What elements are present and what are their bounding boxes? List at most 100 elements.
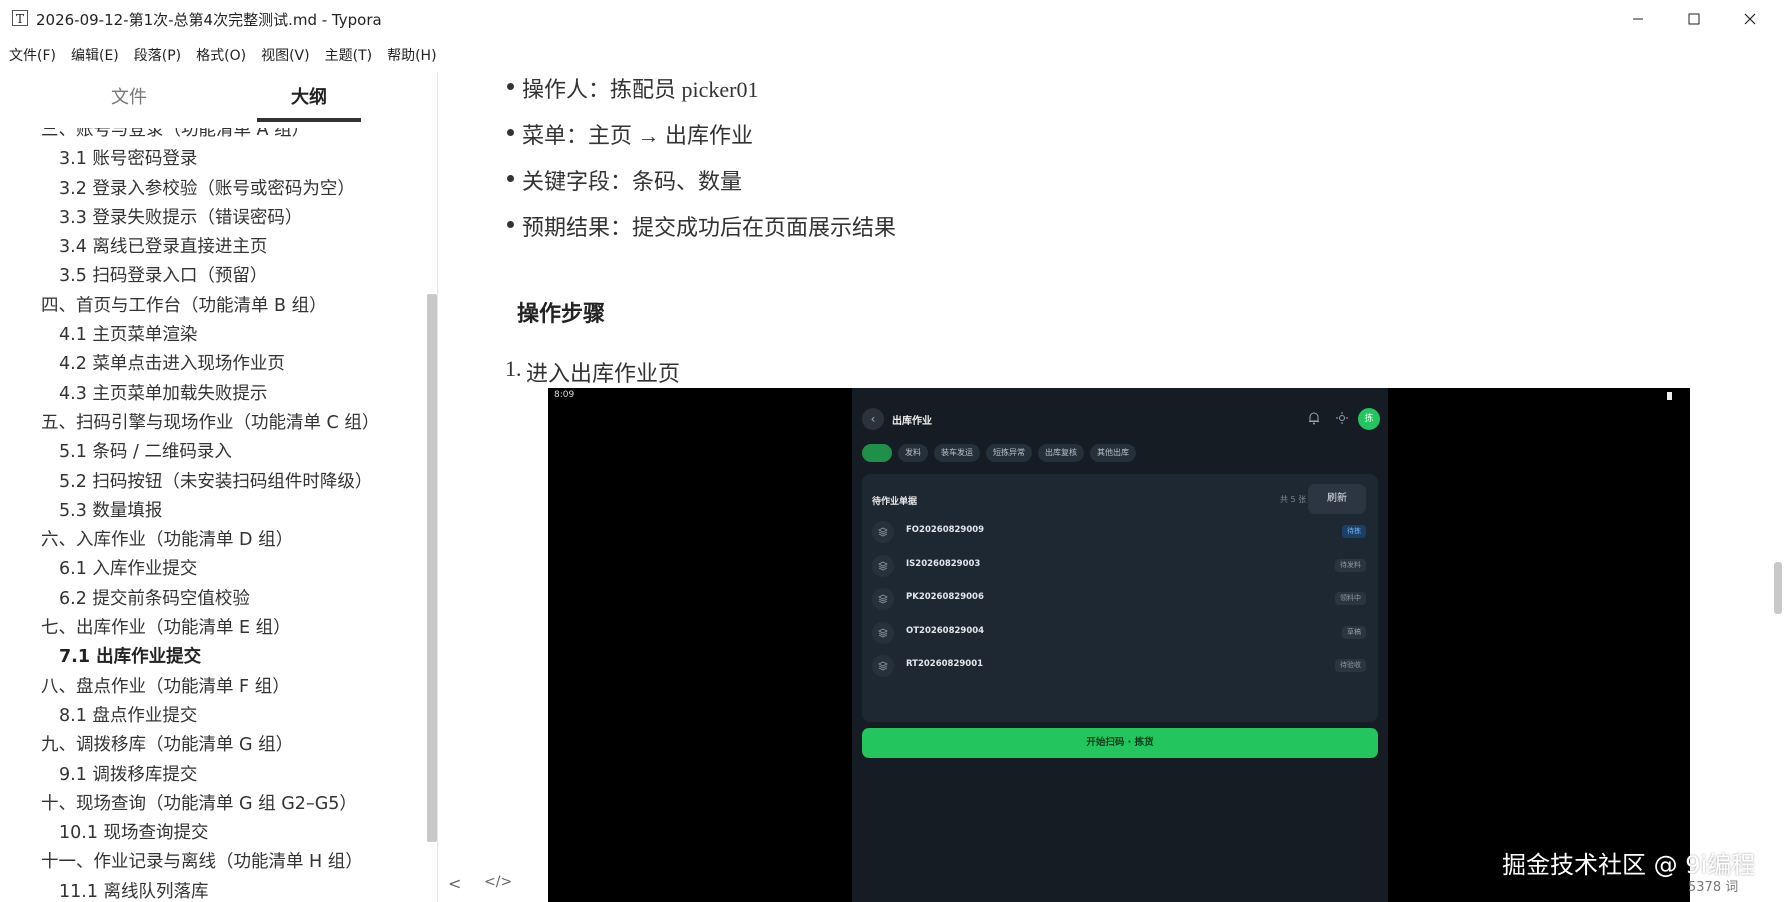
order-row: IS20260829003 待发料 <box>868 550 1372 582</box>
outline-item[interactable]: 十一、作业记录与离线（功能清单 H 组） <box>0 848 425 877</box>
outline-item[interactable]: 6.1 入库作业提交 <box>0 555 425 584</box>
active-tab-indicator <box>257 118 361 122</box>
filter-chips: 全部 发料 装车发运 短拣异常 出库复核 其他出库 <box>862 444 1136 462</box>
outline-item[interactable]: 11.1 离线队列落库 <box>0 878 425 902</box>
avatar: 拣 <box>1358 408 1380 430</box>
layers-icon <box>872 554 894 577</box>
maximize-icon <box>1688 13 1700 25</box>
word-count[interactable]: 5378 词 <box>1688 876 1738 895</box>
outline-item[interactable]: 3.2 登录入参校验（账号或密码为空） <box>0 175 425 204</box>
outline-item[interactable]: 六、入库作业（功能清单 D 组） <box>0 526 425 555</box>
filter-chip: 短拣异常 <box>986 444 1032 462</box>
menu-bar: 文件(F) 编辑(E) 段落(P) 格式(O) 视图(V) 主题(T) 帮助(H… <box>0 42 1784 70</box>
layers-icon <box>872 588 894 610</box>
maximize-button[interactable] <box>1664 0 1724 38</box>
refresh-button: 刷新 <box>1308 484 1366 514</box>
status-badge: 领料中 <box>1335 592 1366 605</box>
outline-item[interactable]: 4.2 菜单点击进入现场作业页 <box>0 350 425 379</box>
outline-item[interactable]: 8.1 盘点作业提交 <box>0 702 425 731</box>
outline-item[interactable]: 三、账号与登录（功能清单 A 组） <box>0 128 425 145</box>
tab-files[interactable]: 文件 <box>77 82 181 114</box>
close-icon <box>1744 13 1756 25</box>
layers-icon <box>872 521 894 543</box>
list-item: 操作人：拣配员 picker01 <box>507 72 758 104</box>
order-number: IS20260829003 <box>906 558 981 569</box>
outline-item[interactable]: 5.2 扫码按钮（未安装扫码组件时降级） <box>0 468 425 497</box>
editor-pane[interactable]: 操作人：拣配员 picker01 菜单：主页 → 出库作业 关键字段：条码、数量… <box>438 72 1784 902</box>
status-badge: 待验收 <box>1335 659 1366 672</box>
battery-icon <box>1667 392 1672 400</box>
filter-chip: 装车发运 <box>934 444 980 462</box>
order-row: FO20260829009 待拣 <box>868 516 1372 548</box>
outline-item[interactable]: 七、出库作业（功能清单 E 组） <box>0 614 425 643</box>
menu-help[interactable]: 帮助(H) <box>378 42 436 70</box>
embedded-screenshot[interactable]: 8:09 ‹ 出库作业 拣 全部 发料 装车发运 短拣异常 出库复核 其他出库 待作业单据 <box>548 388 1690 902</box>
outline-item[interactable]: 5.3 数量填报 <box>0 497 425 526</box>
filter-chip: 出库复核 <box>1038 444 1084 462</box>
sun-icon <box>1336 412 1348 424</box>
outline-item[interactable]: 3.1 账号密码登录 <box>0 145 425 174</box>
outline-item[interactable]: 九、调拨移库（功能清单 G 组） <box>0 731 425 760</box>
menu-paragraph[interactable]: 段落(P) <box>125 42 181 70</box>
status-badge: 待拣 <box>1342 525 1366 538</box>
order-number: FO20260829009 <box>906 525 985 535</box>
steps-heading: 操作步骤 <box>517 301 606 326</box>
minimize-button[interactable] <box>1608 0 1668 38</box>
outline-item[interactable]: 6.2 提交前条码空值校验 <box>0 585 425 614</box>
outline-item[interactable]: 五、扫码引擎与现场作业（功能清单 C 组） <box>0 409 425 438</box>
outline-item[interactable]: 3.4 离线已登录直接进主页 <box>0 233 425 262</box>
bullet-icon <box>507 83 514 90</box>
typora-app-icon: T <box>12 10 28 26</box>
order-row: RT20260829001 待验收 <box>868 650 1372 682</box>
bullet-icon <box>507 129 514 136</box>
list-item: 菜单：主页 → 出库作业 <box>507 118 754 150</box>
outline-item[interactable]: 四、首页与工作台（功能清单 B 组） <box>0 292 425 321</box>
start-scan-button: 开始扫码 · 拣货 <box>862 728 1378 758</box>
outline-item[interactable]: 3.3 登录失败提示（错误密码） <box>0 204 425 233</box>
outline-item[interactable]: 9.1 调拨移库提交 <box>0 761 425 790</box>
step-number: 1. <box>505 356 522 381</box>
title-bar: T 2026-09-12-第1次-总第4次完整测试.md - Typora <box>0 0 1784 38</box>
watermark: 掘金技术社区 @ 9i编程 <box>1502 851 1756 879</box>
phone-screen: ‹ 出库作业 拣 全部 发料 装车发运 短拣异常 出库复核 其他出库 待作业单据 共 5 … <box>852 388 1388 902</box>
order-number: OT20260829004 <box>906 625 985 636</box>
outline-item-active[interactable]: 7.1 出库作业提交 <box>0 643 425 672</box>
outline-item[interactable]: 3.5 扫码登录入口（预留） <box>0 262 425 291</box>
status-badge: 草稿 <box>1342 625 1366 639</box>
bell-icon <box>1309 412 1319 425</box>
outline-list: 三、账号与登录（功能清单 A 组） 3.1 账号密码登录 3.2 登录入参校验（账号… <box>0 128 425 902</box>
sidebar-scrollbar[interactable] <box>427 294 437 842</box>
list-item-text: 菜单：主页 → 出库作业 <box>522 123 754 148</box>
editor-scrollbar[interactable] <box>1774 562 1782 614</box>
bullet-icon <box>507 175 514 182</box>
menu-view[interactable]: 视图(V) <box>252 42 310 70</box>
filter-chip: 全部 <box>862 444 892 462</box>
sidebar: 文件 大纲 三、账号与登录（功能清单 A 组） 3.1 账号密码登录 3.2 登录入… <box>0 72 438 902</box>
menu-format[interactable]: 格式(O) <box>187 42 246 70</box>
list-item: 关键字段：条码、数量 <box>507 164 743 196</box>
orders-card: 待作业单据 共 5 张 刷新 FO20260829009 待拣 IS20260829… <box>862 474 1378 722</box>
card-title: 待作业单据 <box>872 497 918 507</box>
outline-item[interactable]: 5.1 条码 / 二维码录入 <box>0 438 425 467</box>
layers-icon <box>872 655 894 677</box>
menu-themes[interactable]: 主题(T) <box>316 42 372 70</box>
outline-item[interactable]: 4.3 主页菜单加载失败提示 <box>0 380 425 409</box>
order-row: OT20260829004 草稿 <box>868 617 1372 649</box>
outline-item[interactable]: 10.1 现场查询提交 <box>0 819 425 848</box>
minimize-icon <box>1633 18 1643 20</box>
outline-item[interactable]: 4.1 主页菜单渲染 <box>0 321 425 350</box>
outline-item[interactable]: 八、盘点作业（功能清单 F 组） <box>0 673 425 702</box>
outline-item[interactable]: 十、现场查询（功能清单 G 组 G2–G5） <box>0 790 425 819</box>
screen-title: 出库作业 <box>892 416 932 427</box>
order-number: RT20260829001 <box>906 659 984 669</box>
list-item-text: 关键字段：条码、数量 <box>522 169 743 194</box>
window-title: 2026-09-12-第1次-总第4次完整测试.md - Typora <box>36 11 382 29</box>
close-button[interactable] <box>1720 0 1780 38</box>
menu-file[interactable]: 文件(F) <box>0 42 56 70</box>
filter-chip: 发料 <box>898 444 928 462</box>
ordered-list-item: 1. 进入出库作业页 <box>505 356 681 388</box>
step-text: 进入出库作业页 <box>526 361 681 386</box>
menu-edit[interactable]: 编辑(E) <box>62 42 119 70</box>
tab-outline[interactable]: 大纲 <box>257 82 361 114</box>
order-row: PK20260829006 领料中 <box>868 583 1372 615</box>
